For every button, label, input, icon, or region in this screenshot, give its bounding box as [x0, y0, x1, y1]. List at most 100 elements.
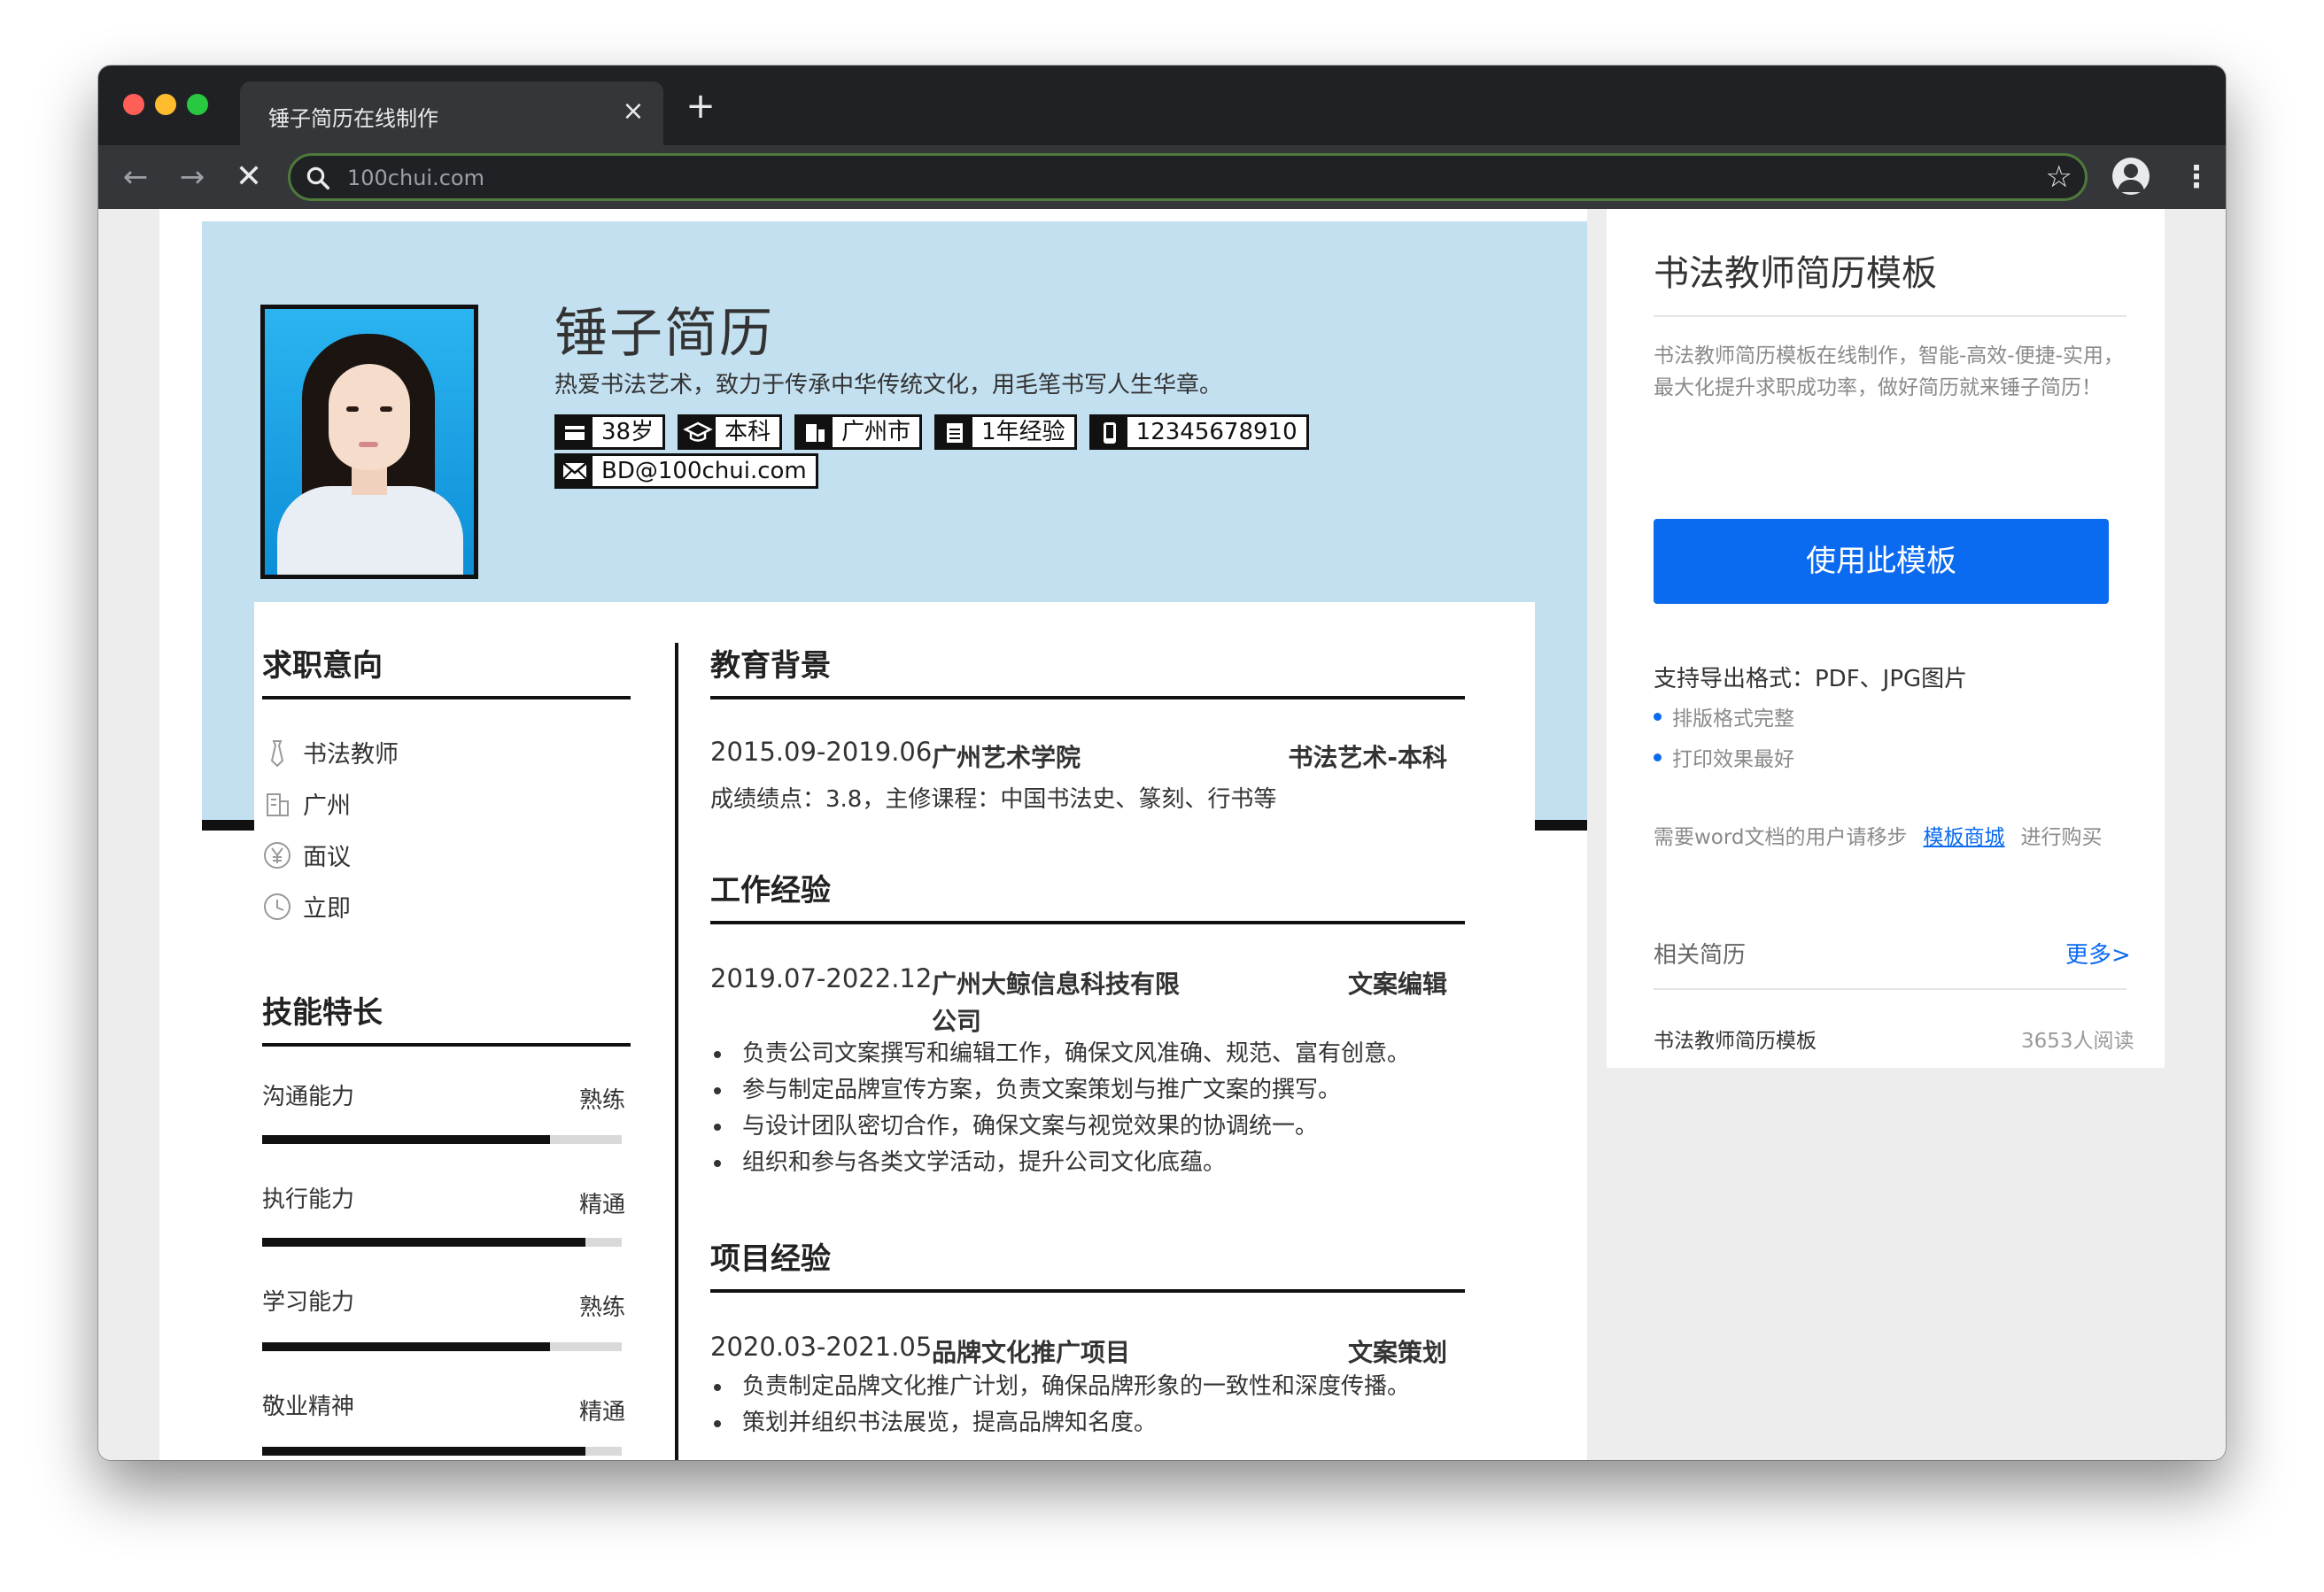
info-chips: 38岁 本科 广州市 1年经验 12345678910: [554, 414, 1309, 450]
bookmark-star-icon[interactable]: ☆: [2046, 159, 2072, 195]
list-item: 参与制定品牌宣传方案，负责文案策划与推广文案的撰写。: [710, 1072, 1410, 1109]
back-arrow-icon[interactable]: ←: [116, 158, 155, 197]
work-company-cont: 公司: [932, 1007, 982, 1036]
skill-name: 敬业精神: [262, 1394, 355, 1420]
skill-name: 沟通能力: [262, 1084, 355, 1110]
skill-name: 执行能力: [262, 1186, 355, 1213]
mail-icon: [557, 456, 593, 486]
skills-title: 技能特长: [262, 995, 383, 1031]
work-company: 广州大鲸信息科技有限: [932, 970, 1181, 999]
skill-bar: [262, 1342, 622, 1351]
intent-salary: 面议: [262, 838, 351, 872]
related-item-link[interactable]: 书法教师简历模板: [1654, 1024, 1817, 1054]
stop-loading-icon[interactable]: ✕: [229, 158, 268, 197]
intent-title: 求职意向: [262, 648, 383, 684]
template-description: 书法教师简历模板在线制作，智能-高效-便捷-实用，最大化提升求职成功率，做好简历…: [1654, 344, 2124, 399]
related-item-reads: 3653人阅读: [2021, 1030, 2134, 1053]
profile-photo: [260, 305, 478, 579]
forward-arrow-icon[interactable]: →: [173, 158, 212, 197]
education-major: 书法艺术-本科: [1288, 743, 1447, 772]
feature-item: 打印效果最好: [1654, 742, 1794, 772]
education-detail: 成绩绩点：3.8，主修课程：中国书法史、篆刻、行书等: [710, 786, 1277, 813]
clipboard-icon: [937, 417, 973, 447]
degree-chip: 本科: [678, 414, 783, 450]
skill-level: 熟练: [579, 1294, 626, 1321]
education-date: 2015.09-2019.06: [710, 737, 933, 767]
close-window-button[interactable]: [123, 94, 144, 115]
experience-chip: 1年经验: [934, 414, 1077, 450]
skill-name: 学习能力: [262, 1289, 355, 1316]
template-title: 书法教师简历模板: [1654, 253, 1937, 294]
work-role: 文案编辑: [1347, 970, 1447, 999]
yen-icon: [264, 841, 290, 869]
more-menu-icon[interactable]: ⋮: [2181, 159, 2212, 195]
new-tab-icon[interactable]: +: [683, 89, 718, 124]
resume-motto: 热爱书法艺术，致力于传承中华传统文化，用毛笔书写人生华章。: [554, 372, 1223, 398]
city-chip: 广州市: [794, 414, 923, 450]
education-rule: [710, 696, 1465, 699]
list-item: 负责公司文案撰写和编辑工作，确保文风准确、规范、富有创意。: [710, 1036, 1410, 1072]
phone-chip: 12345678910: [1088, 414, 1309, 450]
building-icon: [797, 417, 833, 447]
export-formats: 支持导出格式：PDF、JPG图片: [1654, 666, 1968, 692]
more-link[interactable]: 更多>: [2065, 937, 2131, 970]
project-role: 文案策划: [1347, 1338, 1447, 1367]
clock-icon: [264, 893, 290, 920]
work-title: 工作经验: [710, 873, 831, 908]
intent-city: 广州: [262, 786, 351, 821]
feature-item: 排版格式完整: [1654, 701, 1794, 731]
tab-close-icon[interactable]: ×: [617, 96, 649, 128]
skill-bar: [262, 1238, 622, 1247]
bullet-dot-icon: [1654, 712, 1662, 721]
use-template-button[interactable]: 使用此模板: [1654, 519, 2109, 604]
calendar-icon: [557, 417, 593, 447]
email-chip-row: BD@100chui.com: [554, 453, 818, 489]
list-item: 与设计团队密切合作，确保文案与视觉效果的协调统一。: [710, 1109, 1410, 1145]
browser-window: 锤子简历在线制作 × + ← → ✕ 100chui.com ☆ ⋮ 锤子简历 …: [98, 66, 2226, 1460]
url-text: 100chui.com: [347, 166, 484, 190]
building-icon: [267, 792, 289, 816]
intent-position: 书法教师: [262, 735, 399, 769]
skill-level: 精通: [579, 1399, 626, 1426]
skill-bar: [262, 1135, 622, 1144]
maximize-window-button[interactable]: [187, 94, 208, 115]
minimize-window-button[interactable]: [155, 94, 176, 115]
project-rule: [710, 1289, 1465, 1293]
column-divider: [675, 643, 678, 1460]
tie-icon: [270, 739, 284, 767]
age-chip: 38岁: [554, 414, 666, 450]
resume-name: 锤子简历: [554, 303, 774, 365]
template-store-link[interactable]: 模板商城: [1924, 820, 2005, 850]
project-title: 项目经验: [710, 1241, 831, 1277]
email-chip: BD@100chui.com: [554, 453, 818, 489]
tab-title: 锤子简历在线制作: [268, 106, 438, 131]
word-doc-note: 需要word文档的用户请移步 模板商城 进行购买: [1654, 820, 2103, 850]
profile-avatar-icon[interactable]: [2112, 158, 2150, 195]
skill-level: 熟练: [579, 1087, 626, 1114]
project-bullets: 负责制定品牌文化推广计划，确保品牌形象的一致性和深度传播。 策划并组织书法展览，…: [710, 1369, 1410, 1441]
related-divider: [1654, 988, 2126, 990]
address-bar[interactable]: 100chui.com ☆: [288, 153, 2088, 201]
related-title: 相关简历: [1654, 942, 1747, 969]
project-date: 2020.03-2021.05: [710, 1332, 933, 1362]
browser-toolbar: ← → ✕ 100chui.com ☆ ⋮: [98, 145, 2226, 209]
list-item: 负责制定品牌文化推广计划，确保品牌形象的一致性和深度传播。: [710, 1369, 1410, 1405]
skill-bar: [262, 1447, 622, 1456]
graduation-cap-icon: [680, 417, 717, 447]
work-rule: [710, 921, 1465, 924]
tab-resume[interactable]: 锤子简历在线制作 ×: [240, 81, 663, 145]
education-title: 教育背景: [710, 648, 831, 684]
title-divider: [1654, 315, 2126, 317]
work-bullets: 负责公司文案撰写和编辑工作，确保文风准确、规范、富有创意。 参与制定品牌宣传方案…: [710, 1036, 1410, 1181]
search-icon: [306, 166, 329, 189]
intent-rule: [262, 696, 631, 699]
intent-availability: 立即: [262, 889, 351, 924]
skills-rule: [262, 1043, 631, 1047]
skill-level: 精通: [579, 1192, 626, 1218]
page-viewport: 锤子简历 热爱书法艺术，致力于传承中华传统文化，用毛笔书写人生华章。 38岁 本…: [101, 209, 2223, 1460]
phone-icon: [1091, 417, 1127, 447]
bullet-dot-icon: [1654, 753, 1662, 761]
list-item: 组织和参与各类文学活动，提升公司文化底蕴。: [710, 1145, 1410, 1181]
tab-strip: 锤子简历在线制作 × +: [98, 66, 2226, 145]
list-item: 策划并组织书法展览，提高品牌知名度。: [710, 1405, 1410, 1441]
